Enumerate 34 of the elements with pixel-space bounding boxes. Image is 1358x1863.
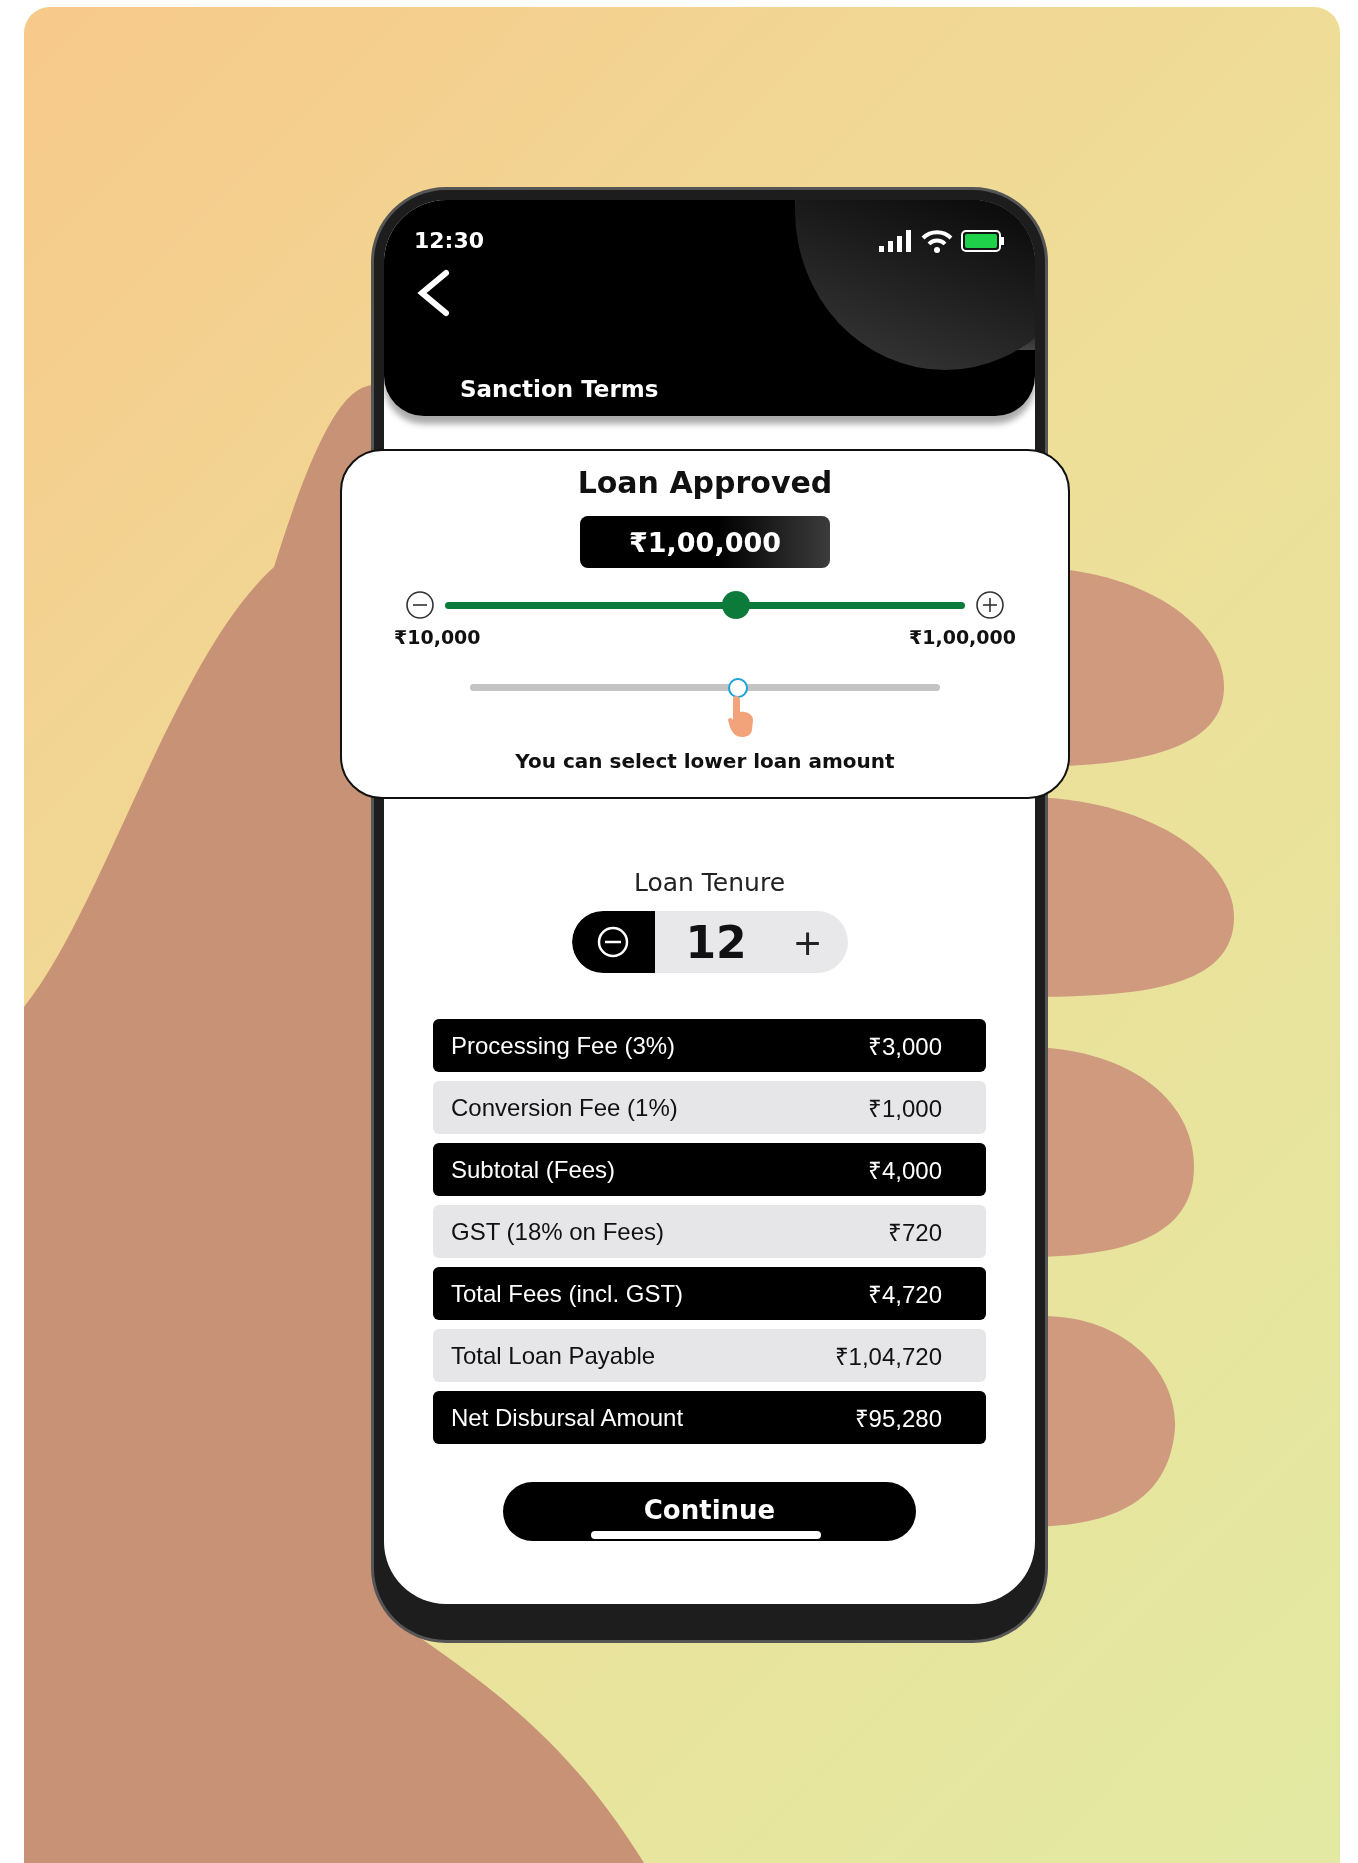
pointing-hand-icon xyxy=(725,694,756,738)
amount-badge: ₹1,00,000 xyxy=(580,516,830,568)
fee-label: Subtotal (Fees) xyxy=(451,1155,616,1184)
max-amount-label: ₹1,00,000 xyxy=(909,626,1016,648)
continue-button[interactable]: Continue xyxy=(503,1482,916,1541)
fee-label: Processing Fee (3%) xyxy=(451,1031,676,1060)
wifi-icon xyxy=(921,228,953,253)
status-time: 12:30 xyxy=(414,228,485,253)
battery-icon xyxy=(961,229,1005,252)
signal-icon xyxy=(879,229,913,252)
fee-value: ₹1,04,720 xyxy=(834,1342,942,1372)
plus-circle-icon[interactable] xyxy=(975,590,1005,620)
fee-label: GST (18% on Fees) xyxy=(451,1217,664,1246)
fee-value: ₹3,000 xyxy=(867,1032,942,1062)
minus-circle-icon[interactable] xyxy=(405,590,435,620)
tenure-value: 12 xyxy=(684,916,748,968)
tenure-label: Loan Tenure xyxy=(633,868,786,897)
increase-button[interactable]: + xyxy=(777,921,848,963)
fee-label: Conversion Fee (1%) xyxy=(451,1093,678,1122)
card-title: Loan Approved xyxy=(577,465,833,500)
fee-label: Total Loan Payable xyxy=(451,1341,656,1370)
min-amount-label: ₹10,000 xyxy=(394,626,481,648)
amount-slider[interactable] xyxy=(445,591,965,619)
fee-label: Total Fees (incl. GST) xyxy=(451,1279,684,1308)
fee-value: ₹4,000 xyxy=(867,1156,942,1186)
fee-value: ₹95,280 xyxy=(854,1404,942,1434)
hint-text: You can select lower loan amount xyxy=(515,749,895,773)
fee-value: ₹4,720 xyxy=(867,1280,942,1310)
fee-value: ₹1,000 xyxy=(867,1094,942,1124)
minus-circle-icon xyxy=(596,925,630,959)
screen-title: Sanction Terms xyxy=(460,376,660,402)
fee-value: ₹720 xyxy=(887,1218,942,1248)
fee-label: Net Disbursal Amount xyxy=(451,1403,684,1432)
decrease-button[interactable] xyxy=(571,911,655,973)
